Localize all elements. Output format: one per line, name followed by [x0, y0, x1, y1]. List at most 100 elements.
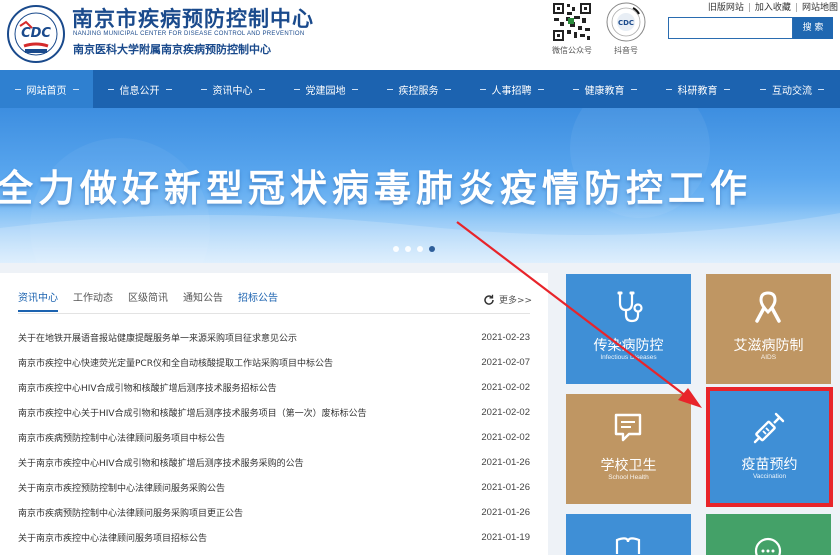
nav-dash: [258, 88, 265, 90]
news-date: 2021-02-02: [481, 432, 530, 443]
tile-partial-green[interactable]: [706, 514, 831, 555]
nav-item-label: 科研教育: [677, 85, 718, 97]
news-row[interactable]: 南京市疾控中心关于HIV合成引物和核酸扩增后测序技术服务项目（第一次）废标标公告…: [18, 400, 530, 425]
more-link[interactable]: 更多>>: [483, 293, 532, 306]
toplink-old-site[interactable]: 旧版网站: [708, 3, 744, 13]
news-row[interactable]: 南京市疾控中心快速荧光定量PCR仪和全自动核酸提取工作站采购项目中标公告 2021…: [18, 350, 530, 375]
tile-partial-blue[interactable]: [566, 514, 691, 555]
wechat-qr[interactable]: 微信公众号: [551, 2, 593, 56]
carousel-dot[interactable]: [393, 246, 399, 252]
nav-item-news-center[interactable]: 资讯中心: [186, 70, 279, 108]
nav-dash: [444, 88, 451, 90]
news-date: 2021-02-02: [481, 407, 530, 418]
tile-subtitle: School Health: [608, 474, 649, 481]
news-row[interactable]: 关于在地铁开展语音报站健康提醒服务单一来源采购项目征求意见公示 2021-02-2…: [18, 325, 530, 350]
nav-dash: [72, 88, 79, 90]
nav-item-research[interactable]: 科研教育: [651, 70, 744, 108]
toplink-sitemap[interactable]: 网站地图: [802, 3, 838, 13]
tile-infectious-diseases[interactable]: 传染病防控 Infectious Diseases: [566, 274, 691, 384]
carousel-dot-active[interactable]: [429, 246, 435, 252]
carousel-dots: [393, 246, 441, 252]
toplink-favorite[interactable]: 加入收藏: [755, 3, 791, 13]
banner-headline: 全力做好新型冠状病毒肺炎疫情防控工作: [0, 167, 752, 210]
carousel-dot[interactable]: [405, 246, 411, 252]
news-row[interactable]: 关于南京市疾控中心法律顾问服务项目招标公告 2021-01-19: [18, 525, 530, 550]
nav-item-health-education[interactable]: 健康教育: [558, 70, 651, 108]
tile-subtitle: Infectious Diseases: [600, 354, 657, 361]
wechat-qr-code-icon: [552, 2, 592, 42]
news-title[interactable]: 南京市疾控中心HIV合成引物和核酸扩增后测序技术服务招标公告: [18, 381, 277, 394]
svg-text:CDC: CDC: [618, 19, 634, 27]
nav-item-info-disclosure[interactable]: 信息公开: [93, 70, 186, 108]
news-date: 2021-01-19: [481, 532, 530, 543]
nav-dash: [630, 88, 637, 90]
news-row[interactable]: 南京市疾病预防控制中心法律顾问服务项目中标公告 2021-02-02: [18, 425, 530, 450]
nav-dash: [165, 88, 172, 90]
tile-name: 艾滋病防制: [733, 338, 804, 354]
news-title[interactable]: 关于南京市疾控中心法律顾问服务项目招标公告: [18, 531, 207, 544]
banner-glow: [0, 203, 840, 263]
nav-item-label: 资讯中心: [212, 85, 253, 97]
nav-item-label: 人事招聘: [491, 85, 532, 97]
stethoscope-icon: [617, 291, 643, 323]
nav-item-label: 健康教育: [584, 85, 625, 97]
news-date: 2021-01-26: [481, 507, 530, 518]
carousel-dot[interactable]: [417, 246, 423, 252]
news-row[interactable]: 关于南京市疾控中心HIV合成引物和核酸扩增后测序技术服务采购的公告 2021-01…: [18, 450, 530, 475]
highlight-box: [706, 387, 833, 507]
tab-work-updates[interactable]: 工作动态: [73, 289, 113, 312]
nav-item-label: 信息公开: [119, 85, 160, 97]
news-panel: 资讯中心 工作动态 区级简讯 通知公告 招标公告 更多>> 关于在地铁开展语音报…: [0, 273, 548, 555]
tab-tender-notices[interactable]: 招标公告: [238, 289, 278, 312]
nav-dash: [14, 88, 21, 90]
site-header: CDC 南京市疾病预防控制中心 NANJING MUNICIPAL CENTER…: [0, 0, 840, 70]
nav-dash: [723, 88, 730, 90]
ribbon-icon: [755, 291, 781, 323]
news-title[interactable]: 关于南京市疾控预防控制中心法律顾问服务采购公告: [18, 481, 225, 494]
news-title[interactable]: 关于在地铁开展语音报站健康提醒服务单一来源采购项目征求意见公示: [18, 331, 297, 344]
search-button[interactable]: 搜 索: [793, 17, 833, 39]
wechat-qr-label: 微信公众号: [552, 46, 592, 55]
book-icon: [615, 537, 641, 554]
news-title[interactable]: 关于南京市疾控中心HIV合成引物和核酸扩增后测序技术服务采购的公告: [18, 456, 304, 469]
nav-item-recruitment[interactable]: 人事招聘: [465, 70, 558, 108]
news-row[interactable]: 南京市疾控中心HIV合成引物和核酸扩增后测序技术服务招标公告 2021-02-02: [18, 375, 530, 400]
tile-aids-control[interactable]: 艾滋病防制 AIDS: [706, 274, 831, 384]
news-row[interactable]: 南京市疾病预防控制中心法律顾问服务采购项目更正公告 2021-01-26: [18, 500, 530, 525]
more-label: 更多>>: [499, 296, 533, 306]
nav-dash: [293, 88, 300, 90]
nav-dash: [572, 88, 579, 90]
news-title[interactable]: 南京市疾病预防控制中心法律顾问服务项目中标公告: [18, 431, 225, 444]
nav-dash: [200, 88, 207, 90]
douyin-badge-icon: CDC: [606, 2, 646, 42]
nav-item-party-building[interactable]: 党建园地: [279, 70, 372, 108]
tile-name: 传染病防控: [593, 338, 664, 354]
refresh-icon: [484, 294, 494, 305]
douyin-qr[interactable]: CDC 抖音号: [605, 2, 647, 56]
nav-dash: [107, 88, 114, 90]
tab-news-center[interactable]: 资讯中心: [18, 289, 58, 312]
chat-doc-icon: [614, 413, 642, 442]
news-list: 关于在地铁开展语音报站健康提醒服务单一来源采购项目征求意见公示 2021-02-2…: [18, 325, 530, 550]
nav-item-home[interactable]: 网站首页: [0, 70, 93, 108]
nav-item-cdc-services[interactable]: 疾控服务: [372, 70, 465, 108]
tile-school-health[interactable]: 学校卫生 School Health: [566, 394, 691, 504]
nav-item-label: 党建园地: [305, 85, 346, 97]
search-input[interactable]: [668, 17, 793, 39]
news-title[interactable]: 南京市疾控中心关于HIV合成引物和核酸扩增后测序技术服务项目（第一次）废标标公告: [18, 406, 367, 419]
news-date: 2021-01-26: [481, 457, 530, 468]
news-title[interactable]: 南京市疾病预防控制中心法律顾问服务采购项目更正公告: [18, 506, 243, 519]
toplink-separator: |: [747, 3, 751, 13]
banner-carousel[interactable]: 全力做好新型冠状病毒肺炎疫情防控工作: [0, 108, 840, 263]
nav-item-interaction[interactable]: 互动交流: [744, 70, 840, 108]
news-row[interactable]: 关于南京市疾控预防控制中心法律顾问服务采购公告 2021-01-26: [18, 475, 530, 500]
tab-district-briefs[interactable]: 区级简讯: [128, 289, 168, 312]
tab-divider: [18, 313, 530, 314]
news-title[interactable]: 南京市疾控中心快速荧光定量PCR仪和全自动核酸提取工作站采购项目中标公告: [18, 356, 333, 369]
news-date: 2021-02-23: [481, 332, 530, 343]
cdc-logo-icon[interactable]: CDC: [6, 4, 66, 64]
tab-notices[interactable]: 通知公告: [183, 289, 223, 312]
nav-item-label: 互动交流: [772, 85, 812, 97]
news-tabs: 资讯中心 工作动态 区级简讯 通知公告 招标公告: [18, 289, 293, 312]
news-date: 2021-02-07: [481, 357, 530, 368]
